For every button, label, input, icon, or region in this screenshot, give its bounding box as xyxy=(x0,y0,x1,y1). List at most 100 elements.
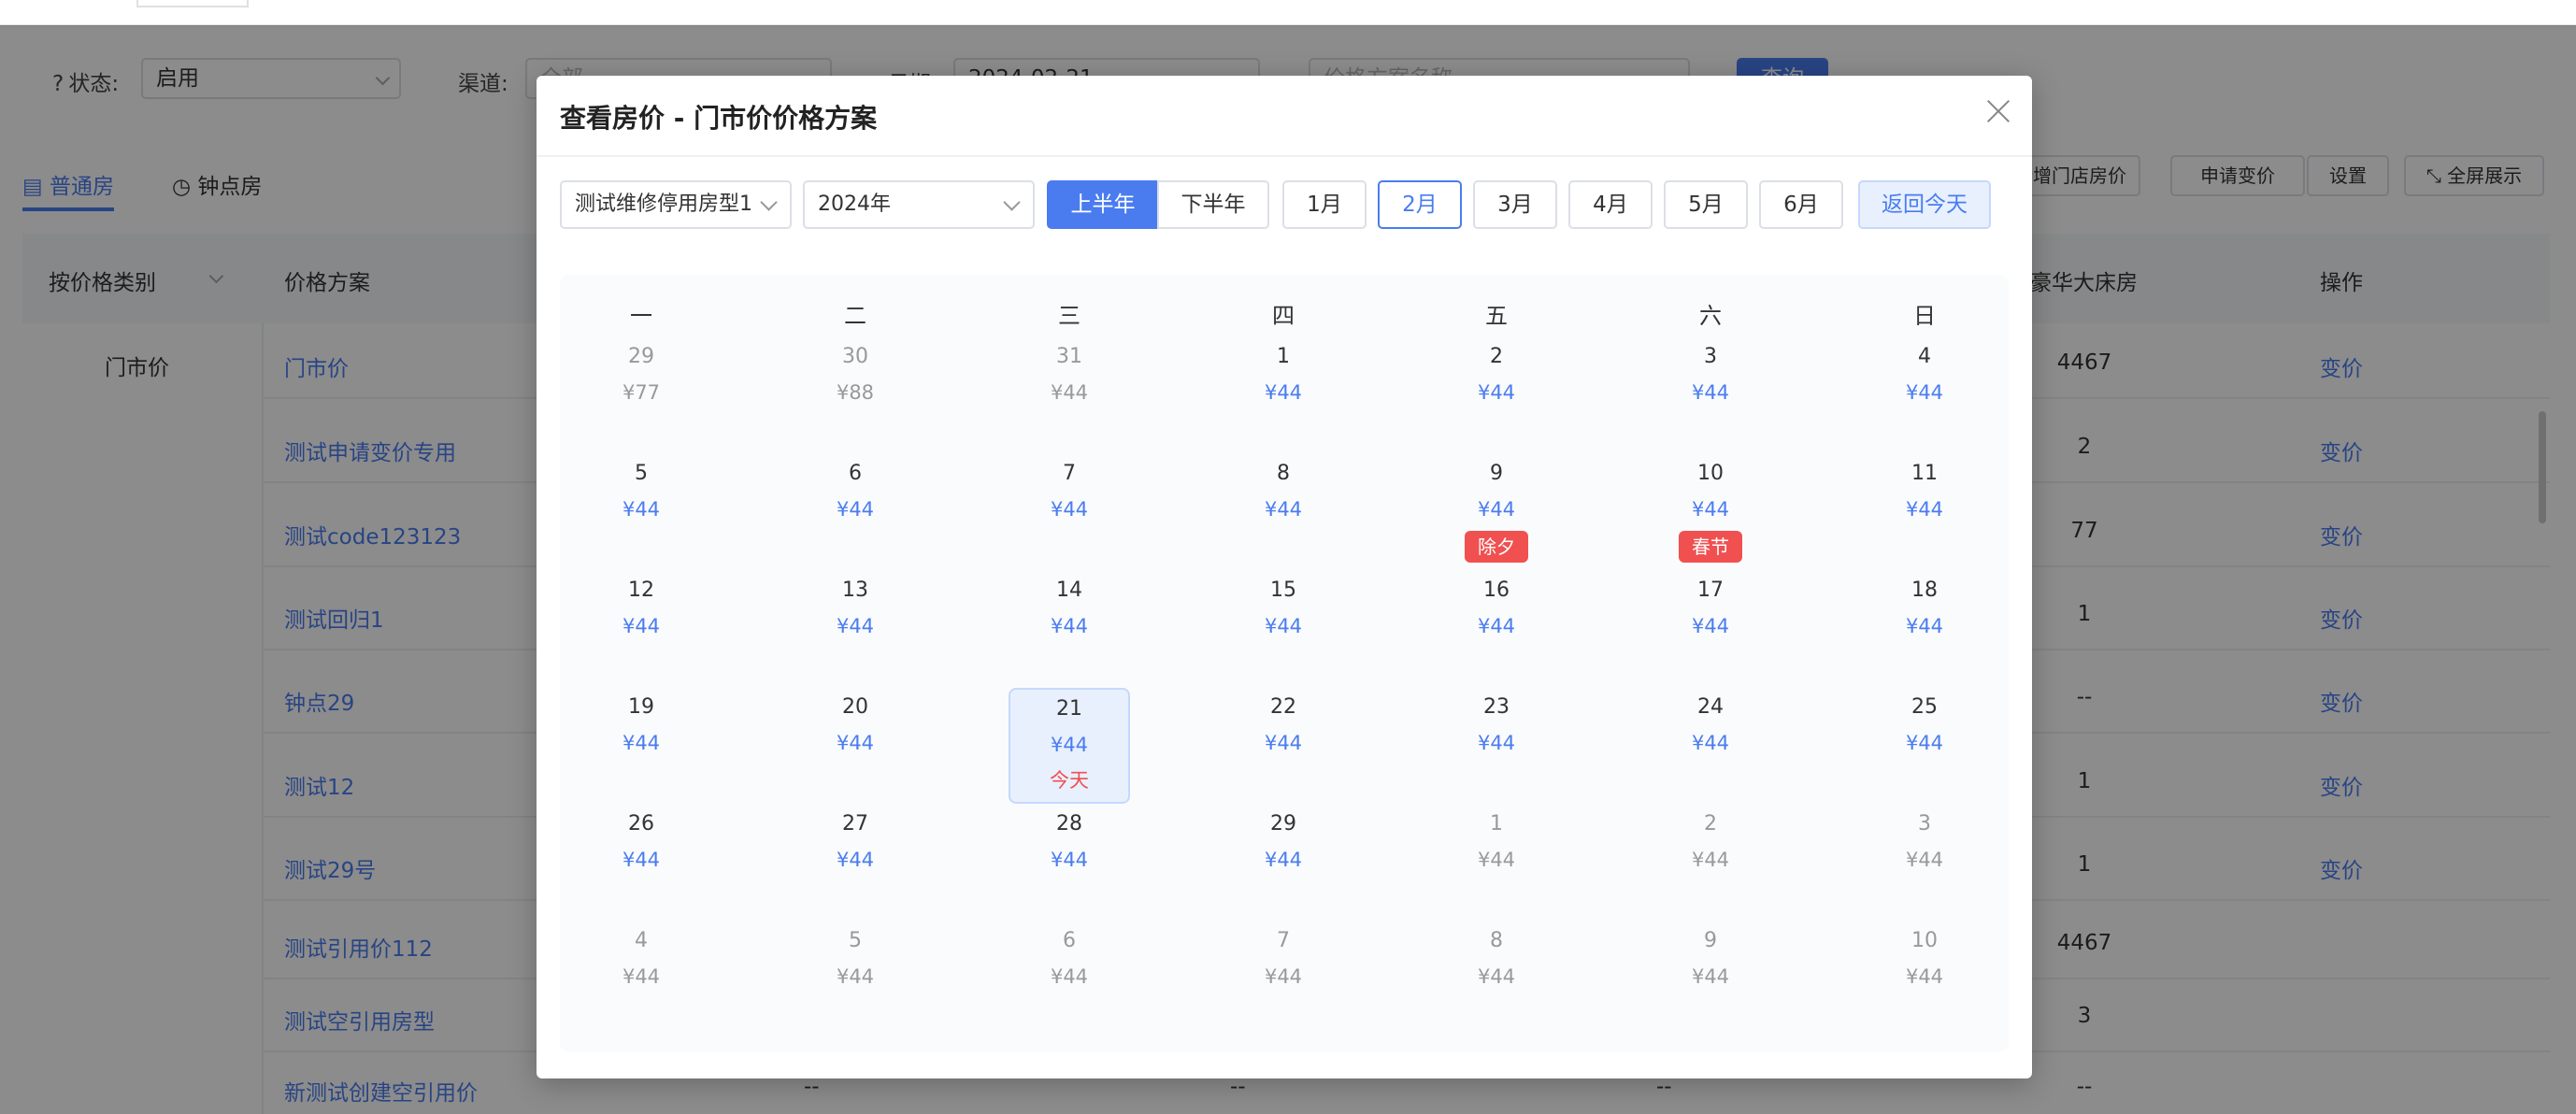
calendar-day[interactable]: 12 ¥44 xyxy=(580,573,702,644)
day-price: ¥44 xyxy=(1264,381,1303,404)
day-number: 25 xyxy=(1911,695,1938,719)
day-price: ¥44 xyxy=(836,732,875,754)
second-half-button[interactable]: 下半年 xyxy=(1157,180,1269,229)
room-type-select[interactable]: 测试维修停用房型1 xyxy=(560,180,792,229)
calendar-day[interactable]: 7 ¥44 xyxy=(1223,923,1344,994)
calendar-day[interactable]: 6 ¥44 xyxy=(1009,923,1130,994)
calendar-day[interactable]: 27 ¥44 xyxy=(794,807,916,878)
calendar-day[interactable]: 15 ¥44 xyxy=(1223,573,1344,644)
chevron-down-icon xyxy=(1003,193,1021,211)
day-price: ¥44 xyxy=(1905,498,1944,521)
month-button[interactable]: 4月 xyxy=(1568,180,1653,229)
day-number: 4 xyxy=(635,929,648,952)
day-number: 9 xyxy=(1704,929,1717,952)
calendar-day[interactable]: 17 ¥44 xyxy=(1650,573,1771,644)
calendar-day[interactable]: 3 ¥44 xyxy=(1650,339,1771,410)
calendar-day[interactable]: 1 ¥44 xyxy=(1436,807,1557,878)
calendar-day[interactable]: 4 ¥44 xyxy=(1864,339,1985,410)
top-tab[interactable] xyxy=(136,0,249,7)
month-button[interactable]: 1月 xyxy=(1282,180,1367,229)
day-number: 7 xyxy=(1277,929,1290,952)
day-price: ¥44 xyxy=(622,498,661,521)
day-number: 24 xyxy=(1697,695,1724,719)
day-price: ¥44 xyxy=(836,615,875,637)
year-select[interactable]: 2024年 xyxy=(803,180,1035,229)
calendar-day[interactable]: 28 ¥44 xyxy=(1009,807,1130,878)
month-button[interactable]: 6月 xyxy=(1759,180,1843,229)
calendar-day[interactable]: 9 ¥44 除夕 xyxy=(1436,456,1557,563)
day-number: 4 xyxy=(1918,345,1931,368)
holiday-badge: 除夕 xyxy=(1465,531,1528,563)
day-price: ¥88 xyxy=(836,381,875,404)
day-price: ¥44 xyxy=(1691,498,1730,521)
back-to-today-button[interactable]: 返回今天 xyxy=(1858,180,1991,229)
calendar-day[interactable]: 29 ¥77 xyxy=(580,339,702,410)
day-number: 5 xyxy=(849,929,862,952)
calendar-day[interactable]: 10 ¥44 xyxy=(1864,923,1985,994)
price-calendar-modal: 查看房价 - 门市价价格方案 测试维修停用房型1 2024年 上半年 下半年 1… xyxy=(537,76,2032,1078)
calendar-day[interactable]: 13 ¥44 xyxy=(794,573,916,644)
weekday-header: 四 xyxy=(1272,303,1295,329)
calendar-day[interactable]: 25 ¥44 xyxy=(1864,690,1985,761)
calendar-day[interactable]: 19 ¥44 xyxy=(580,690,702,761)
calendar-day[interactable]: 5 ¥44 xyxy=(580,456,702,527)
day-number: 6 xyxy=(1063,929,1076,952)
calendar-day[interactable]: 18 ¥44 xyxy=(1864,573,1985,644)
calendar-day[interactable]: 11 ¥44 xyxy=(1864,456,1985,527)
calendar-day[interactable]: 16 ¥44 xyxy=(1436,573,1557,644)
calendar-day[interactable]: 5 ¥44 xyxy=(794,923,916,994)
chevron-down-icon xyxy=(760,193,778,211)
day-number: 29 xyxy=(628,345,654,368)
day-price: ¥44 xyxy=(836,849,875,871)
calendar-day[interactable]: 23 ¥44 xyxy=(1436,690,1557,761)
close-icon[interactable] xyxy=(1983,96,2013,126)
calendar-day[interactable]: 8 ¥44 xyxy=(1223,456,1344,527)
calendar-day[interactable]: 2 ¥44 xyxy=(1436,339,1557,410)
modal-divider xyxy=(537,155,2032,157)
day-price: ¥44 xyxy=(1050,615,1089,637)
first-half-button[interactable]: 上半年 xyxy=(1047,180,1159,229)
calendar-day[interactable]: 6 ¥44 xyxy=(794,456,916,527)
calendar-day[interactable]: 10 ¥44 春节 xyxy=(1650,456,1771,563)
calendar-day[interactable]: 3 ¥44 xyxy=(1864,807,1985,878)
calendar-day[interactable]: 1 ¥44 xyxy=(1223,339,1344,410)
day-number: 6 xyxy=(849,462,862,485)
day-price: ¥44 xyxy=(622,849,661,871)
room-type-value: 测试维修停用房型1 xyxy=(575,193,752,216)
day-price: ¥44 xyxy=(1691,849,1730,871)
top-bar xyxy=(0,0,2576,26)
month-button[interactable]: 2月 xyxy=(1378,180,1462,229)
day-price: ¥44 xyxy=(622,732,661,754)
calendar-day[interactable]: 9 ¥44 xyxy=(1650,923,1771,994)
weekday-header: 二 xyxy=(844,303,866,329)
calendar-day[interactable]: 24 ¥44 xyxy=(1650,690,1771,761)
day-number: 2 xyxy=(1704,812,1717,836)
day-price: ¥44 xyxy=(1477,849,1516,871)
calendar-day[interactable]: 26 ¥44 xyxy=(580,807,702,878)
calendar-day[interactable]: 29 ¥44 xyxy=(1223,807,1344,878)
calendar-day[interactable]: 31 ¥44 xyxy=(1009,339,1130,410)
day-number: 1 xyxy=(1490,812,1503,836)
day-price: ¥44 xyxy=(1905,965,1944,988)
calendar-day[interactable]: 7 ¥44 xyxy=(1009,456,1130,527)
calendar-day-today[interactable]: 21 ¥44 今天 xyxy=(1009,688,1130,804)
day-price: ¥44 xyxy=(1477,498,1516,521)
day-price: ¥44 xyxy=(1050,498,1089,521)
day-number: 21 xyxy=(1056,697,1082,721)
calendar-day[interactable]: 20 ¥44 xyxy=(794,690,916,761)
modal-title: 查看房价 - 门市价价格方案 xyxy=(560,103,878,134)
day-price: ¥44 xyxy=(1050,734,1089,756)
calendar-day[interactable]: 2 ¥44 xyxy=(1650,807,1771,878)
month-button[interactable]: 3月 xyxy=(1473,180,1557,229)
calendar-day[interactable]: 14 ¥44 xyxy=(1009,573,1130,644)
calendar-day[interactable]: 30 ¥88 xyxy=(794,339,916,410)
month-button[interactable]: 5月 xyxy=(1664,180,1748,229)
calendar-day[interactable]: 22 ¥44 xyxy=(1223,690,1344,761)
day-price: ¥44 xyxy=(1050,965,1089,988)
day-price: ¥44 xyxy=(1691,381,1730,404)
day-price: ¥44 xyxy=(1691,732,1730,754)
calendar-day[interactable]: 4 ¥44 xyxy=(580,923,702,994)
calendar-day[interactable]: 8 ¥44 xyxy=(1436,923,1557,994)
today-label: 今天 xyxy=(1050,769,1089,792)
day-number: 9 xyxy=(1490,462,1503,485)
